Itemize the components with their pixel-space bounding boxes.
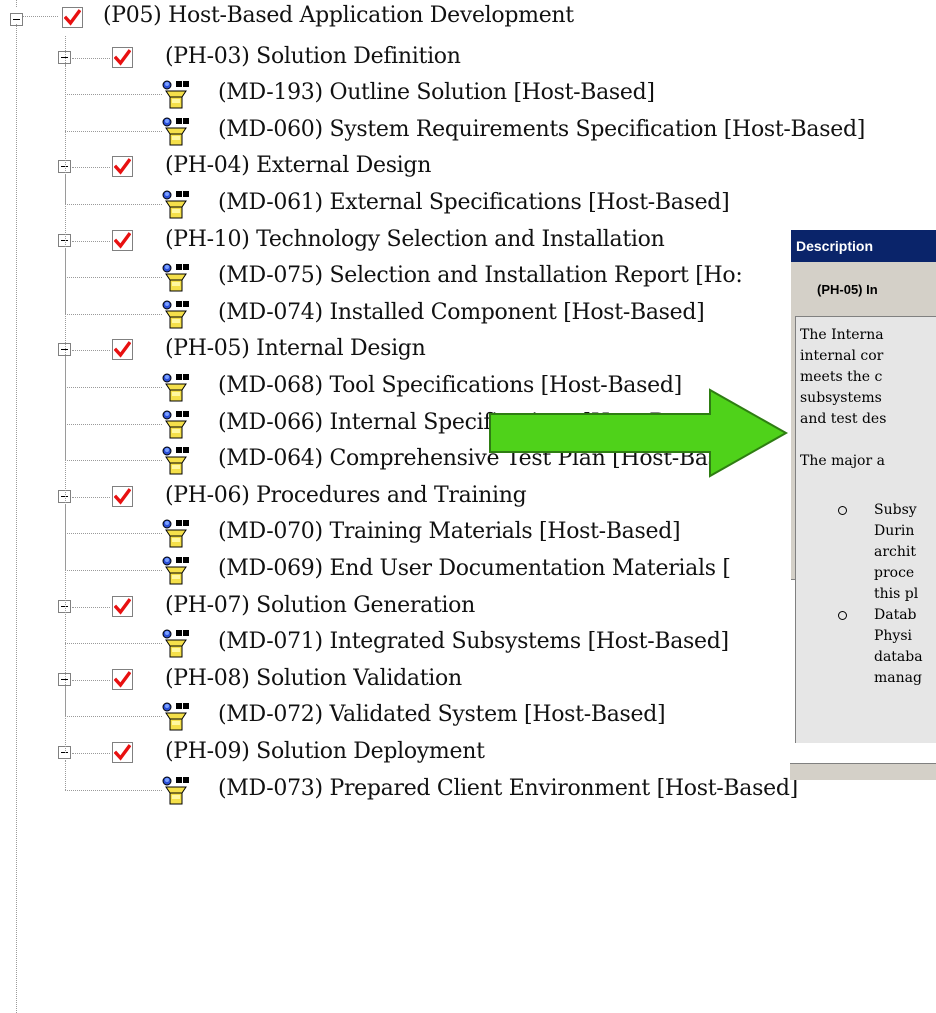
phase-label[interactable]: (PH-09) Solution Deployment bbox=[165, 739, 485, 764]
tree-connector bbox=[72, 57, 110, 59]
checkmark-icon bbox=[114, 231, 131, 249]
deliverable-item[interactable]: (MD-070) Training Materials [Host-Based] bbox=[218, 519, 681, 544]
deliverable-item[interactable]: (MD-193) Outline Solution [Host-Based] bbox=[218, 80, 655, 105]
description-bullet-line: databa bbox=[874, 649, 923, 665]
phase-label[interactable]: (PH-06) Procedures and Training bbox=[165, 483, 527, 508]
tree-connector bbox=[65, 204, 162, 205]
deliverable-item[interactable]: (MD-061) External Specifications [Host-B… bbox=[218, 190, 730, 215]
description-bullet-line: manag bbox=[874, 670, 922, 686]
phase-checkbox[interactable] bbox=[112, 229, 133, 251]
description-heading: (PH-05) In bbox=[817, 282, 878, 297]
tree-connector bbox=[72, 240, 110, 242]
description-bullet-line: archit bbox=[874, 544, 916, 560]
tree-connector bbox=[65, 760, 66, 790]
tree-connector bbox=[72, 496, 110, 498]
tree-connector bbox=[65, 533, 162, 535]
deliverable-icon bbox=[160, 628, 190, 662]
deliverable-item[interactable]: (MD-072) Validated System [Host-Based] bbox=[218, 702, 666, 727]
description-bullet-line: this pl bbox=[874, 586, 919, 602]
bullet-icon bbox=[838, 506, 847, 515]
deliverable-item[interactable]: (MD-075) Selection and Installation Repo… bbox=[218, 263, 743, 288]
tree-connector bbox=[72, 350, 110, 352]
deliverable-icon bbox=[160, 116, 190, 150]
tree-connector bbox=[65, 277, 162, 279]
deliverable-icon bbox=[160, 775, 190, 809]
deliverable-item[interactable]: (MD-073) Prepared Client Environment [Ho… bbox=[218, 776, 798, 801]
description-line: The Interna bbox=[800, 327, 884, 343]
phase-label[interactable]: (PH-10) Technology Selection and Install… bbox=[165, 227, 665, 252]
description-bullet-line: Datab bbox=[874, 607, 917, 623]
deliverable-icon bbox=[160, 518, 190, 552]
tree-connector bbox=[16, 24, 17, 1013]
phase-label[interactable]: (PH-05) Internal Design bbox=[165, 336, 426, 361]
description-line: and test des bbox=[800, 411, 887, 427]
description-bullet-line: Subsy bbox=[874, 502, 917, 518]
deliverable-icon bbox=[160, 372, 190, 406]
tree-connector bbox=[65, 36, 66, 753]
description-line: subsystems bbox=[800, 390, 882, 406]
phase-checkbox[interactable] bbox=[112, 156, 133, 178]
deliverable-icon bbox=[160, 189, 190, 223]
checkmark-icon bbox=[64, 9, 81, 26]
deliverable-icon bbox=[160, 262, 190, 296]
description-line: meets the c bbox=[800, 369, 883, 385]
phase-label[interactable]: (PH-03) Solution Definition bbox=[165, 44, 461, 69]
tree-connector bbox=[65, 94, 162, 96]
deliverable-item[interactable]: (MD-060) System Requirements Specificati… bbox=[218, 117, 865, 142]
tree-connector bbox=[65, 643, 162, 645]
phase-checkbox[interactable] bbox=[112, 339, 133, 361]
tree-connector bbox=[65, 716, 162, 718]
checkmark-icon bbox=[114, 597, 131, 615]
deliverable-icon bbox=[160, 409, 190, 443]
tree-connector bbox=[72, 167, 110, 169]
tree-connector bbox=[72, 753, 110, 754]
description-bullet-line: proce bbox=[874, 565, 915, 581]
checkmark-icon bbox=[114, 744, 131, 761]
tree-root-label[interactable]: (P05) Host-Based Application Development bbox=[103, 3, 574, 28]
description-line: internal cor bbox=[800, 348, 884, 364]
checkmark-icon bbox=[114, 48, 131, 66]
description-bullet-line: Physi bbox=[874, 628, 913, 644]
checkmark-icon bbox=[114, 670, 131, 688]
deliverable-icon bbox=[160, 445, 190, 479]
deliverable-icon bbox=[160, 79, 190, 113]
phase-label[interactable]: (PH-07) Solution Generation bbox=[165, 593, 475, 618]
deliverable-item[interactable]: (MD-074) Installed Component [Host-Based… bbox=[218, 300, 705, 325]
description-panel-title: Description bbox=[791, 230, 936, 262]
tree-connector bbox=[23, 16, 58, 17]
tree-connector bbox=[65, 313, 162, 315]
phase-label[interactable]: (PH-08) Solution Validation bbox=[165, 666, 462, 691]
root-checkbox[interactable] bbox=[62, 7, 83, 28]
bullet-icon bbox=[838, 611, 847, 620]
phase-checkbox[interactable] bbox=[112, 742, 133, 763]
tree-connector bbox=[65, 423, 162, 425]
tree-connector bbox=[72, 679, 110, 681]
checkmark-icon bbox=[114, 487, 131, 505]
phase-checkbox[interactable] bbox=[112, 46, 133, 68]
tree-connector bbox=[16, 0, 17, 7]
description-panel: Description (PH-05) In The Interna intern… bbox=[790, 229, 936, 743]
description-line: The major a bbox=[800, 453, 885, 469]
description-body[interactable]: The Interna internal cor meets the c subsys… bbox=[795, 316, 936, 743]
phase-checkbox[interactable] bbox=[112, 668, 133, 690]
checkmark-icon bbox=[114, 158, 131, 176]
checkmark-icon bbox=[114, 341, 131, 359]
tree-connector bbox=[65, 789, 162, 791]
deliverable-icon bbox=[160, 555, 190, 589]
deliverable-icon bbox=[160, 701, 190, 735]
deliverable-item[interactable]: (MD-071) Integrated Subsystems [Host-Bas… bbox=[218, 629, 729, 654]
tree-connector bbox=[65, 387, 162, 388]
tree-connector bbox=[65, 460, 162, 462]
tree-connector bbox=[72, 606, 110, 608]
phase-checkbox[interactable] bbox=[112, 485, 133, 507]
phase-label[interactable]: (PH-04) External Design bbox=[165, 153, 431, 178]
tree-connector bbox=[65, 570, 162, 571]
green-arrow-icon bbox=[489, 388, 789, 478]
tree-connector bbox=[65, 130, 162, 132]
phase-checkbox[interactable] bbox=[112, 595, 133, 617]
deliverable-item[interactable]: (MD-069) End User Documentation Material… bbox=[218, 556, 731, 581]
description-footer bbox=[790, 763, 936, 780]
description-bullet-line: Durin bbox=[874, 523, 915, 539]
deliverable-icon bbox=[160, 299, 190, 333]
